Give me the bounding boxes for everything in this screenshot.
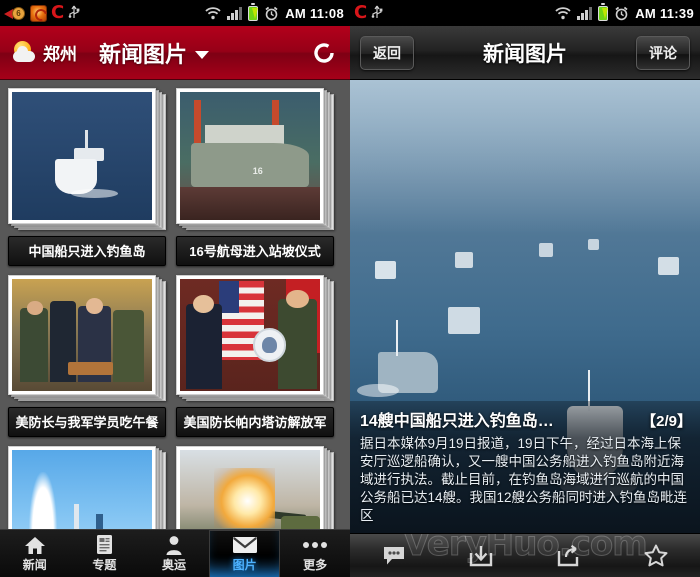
- gallery-item[interactable]: 中国船只进入钓鱼岛: [8, 88, 166, 266]
- tab-pictures[interactable]: 图片: [208, 530, 281, 577]
- status-bar-left: 6 C AM 11:08: [0, 0, 350, 26]
- tab-label: 奥运: [161, 557, 186, 572]
- star-icon[interactable]: [613, 544, 700, 567]
- right-phone-screen: C AM 11:39 返回 新闻图片 评论 14艘中国船只进入钓鱼岛… 【2/9…: [350, 0, 700, 577]
- caption-title: 14艘中国船只进入钓鱼岛…: [360, 413, 554, 430]
- envelope-icon: [232, 535, 258, 555]
- status-time: AM 11:08: [285, 5, 344, 21]
- wifi-icon: [205, 6, 221, 20]
- home-icon: [24, 535, 46, 555]
- more-dots-icon: [303, 535, 328, 555]
- gallery-item[interactable]: [176, 446, 334, 529]
- document-icon: [96, 535, 113, 555]
- photo-frame[interactable]: 16: [176, 88, 324, 224]
- status-bar-right: C AM 11:39: [350, 0, 700, 26]
- left-phone-screen: 6 C AM 11:08 郑州 新闻图片 中国船只进入钓鱼岛 16 16号航母进…: [0, 0, 350, 577]
- photo-caption: 16号航母进入站坡仪式: [176, 236, 334, 266]
- usb-icon: [371, 5, 383, 21]
- thumbnail-image: [12, 279, 152, 391]
- refresh-icon[interactable]: [310, 39, 338, 67]
- back-button[interactable]: 返回: [360, 35, 414, 70]
- app-header-right: 返回 新闻图片 评论: [350, 26, 700, 80]
- gallery-item[interactable]: 美防长与我军学员吃午餐: [8, 275, 166, 437]
- notification-badge: 6: [12, 7, 25, 20]
- photo-caption: 中国船只进入钓鱼岛: [8, 236, 166, 266]
- weibo-app-icon: [30, 4, 47, 22]
- viewer-toolbar: VeryHuo.com: [350, 533, 700, 577]
- photo-caption: 美国防长帕内塔访解放军: [176, 407, 334, 437]
- thumbnail-image: [180, 279, 320, 391]
- thumbnail-image: [12, 450, 152, 529]
- caption-body: 据日本媒体9月19日报道，19日下午，经过日本海上保安厅巡逻船确认，又一艘中国公…: [360, 436, 688, 523]
- photo-frame[interactable]: [176, 275, 324, 395]
- chevron-down-icon[interactable]: [195, 50, 210, 59]
- photo-viewer[interactable]: 14艘中国船只进入钓鱼岛… 【2/9】 据日本媒体9月19日报道，19日下午，经…: [350, 80, 700, 533]
- changba-c-icon: C: [51, 2, 65, 23]
- tab-olympics[interactable]: 奥运: [139, 530, 209, 577]
- photo-frame[interactable]: [176, 446, 324, 529]
- tab-label: 新闻: [22, 557, 47, 572]
- tab-topics[interactable]: 专题: [70, 530, 140, 577]
- tab-label: 更多: [303, 557, 328, 572]
- person-icon: [165, 535, 183, 555]
- photo-stack[interactable]: [176, 275, 334, 401]
- wifi-icon: [555, 6, 571, 20]
- signal-icon: [577, 6, 593, 20]
- gallery-row: 美防长与我军学员吃午餐 美国防长帕内塔访解放军: [8, 275, 342, 437]
- usb-icon: [68, 5, 80, 21]
- gallery-row: [8, 446, 342, 529]
- thumbnail-image: [12, 92, 152, 220]
- photo-stack[interactable]: [176, 446, 334, 529]
- tab-news[interactable]: 新闻: [0, 530, 70, 577]
- changba-c-icon: C: [354, 2, 368, 23]
- dual-screenshot: 6 C AM 11:08 郑州 新闻图片 中国船只进入钓鱼岛 16 16号航母进…: [0, 0, 700, 577]
- page-indicator: 【2/9】: [641, 413, 692, 430]
- photo-stack[interactable]: [8, 275, 166, 401]
- sun-cloud-icon[interactable]: [12, 40, 42, 65]
- bottom-tab-bar: 新闻 专题 奥运 图片 更多: [0, 529, 350, 577]
- photo-stack[interactable]: [8, 446, 166, 529]
- photo-frame[interactable]: [8, 446, 156, 529]
- notification-arrow-icon: 6: [4, 5, 26, 21]
- photo-frame[interactable]: [8, 88, 156, 224]
- tab-label: 专题: [92, 557, 117, 572]
- thumbnail-image: [180, 450, 320, 529]
- battery-icon: [248, 3, 259, 21]
- photo-stack[interactable]: 16: [176, 88, 334, 230]
- photo-stack[interactable]: [8, 88, 166, 230]
- download-icon[interactable]: [438, 545, 526, 567]
- photo-caption: 美防长与我军学员吃午餐: [8, 407, 166, 437]
- gallery-row: 中国船只进入钓鱼岛 16 16号航母进入站坡仪式: [8, 88, 342, 266]
- city-label[interactable]: 郑州: [43, 40, 77, 65]
- tab-label: 图片: [232, 558, 257, 572]
- page-title[interactable]: 新闻图片: [99, 37, 187, 69]
- photo-frame[interactable]: [8, 275, 156, 395]
- gallery-item[interactable]: 16 16号航母进入站坡仪式: [176, 88, 334, 266]
- signal-icon: [227, 6, 243, 20]
- gallery-item[interactable]: 美国防长帕内塔访解放军: [176, 275, 334, 437]
- alarm-icon: [614, 6, 629, 21]
- alarm-icon: [264, 6, 279, 21]
- thumbnail-image: 16: [180, 92, 320, 220]
- comment-button[interactable]: 评论: [636, 35, 690, 70]
- battery-icon: [598, 3, 609, 21]
- caption-overlay: 14艘中国船只进入钓鱼岛… 【2/9】 据日本媒体9月19日报道，19日下午，经…: [350, 401, 700, 533]
- app-header-left: 郑州 新闻图片: [0, 26, 350, 80]
- gallery-item[interactable]: [8, 446, 166, 529]
- comment-icon[interactable]: [350, 546, 438, 566]
- tab-more[interactable]: 更多: [280, 530, 350, 577]
- share-icon[interactable]: [525, 544, 613, 567]
- photo-gallery-grid: 中国船只进入钓鱼岛 16 16号航母进入站坡仪式 美防长与我军学员吃午餐 美国防…: [0, 80, 350, 529]
- status-time: AM 11:39: [635, 5, 694, 21]
